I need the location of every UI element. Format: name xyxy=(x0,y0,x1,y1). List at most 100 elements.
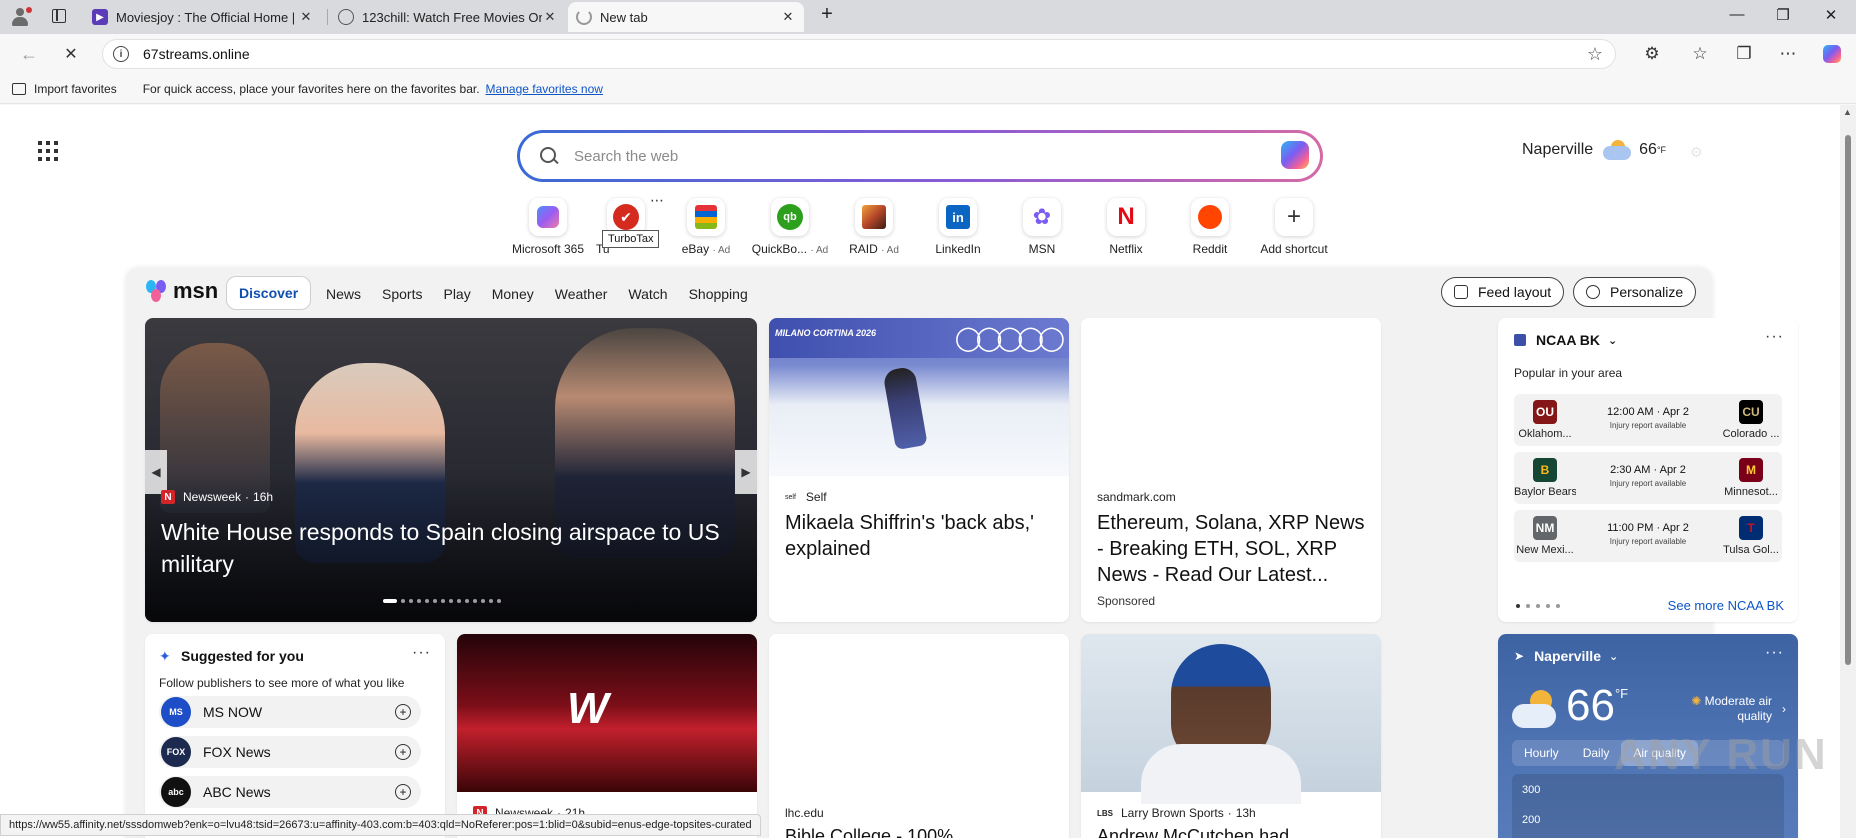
ncaa-pager[interactable] xyxy=(1516,604,1560,608)
shortcut-raid[interactable]: RAID · Ad xyxy=(832,198,916,256)
sponsored-label: Sponsored xyxy=(1097,594,1156,608)
more-options-icon[interactable]: ··· xyxy=(1765,644,1784,662)
carousel-next-button[interactable]: ▶ xyxy=(735,450,757,494)
nav-money[interactable]: Money xyxy=(492,286,534,302)
tab-new-tab[interactable]: New tab ✕ xyxy=(568,2,804,32)
hero-story-card[interactable]: ◀ ▶ N Newsweek · 16h White House respond… xyxy=(145,318,757,622)
nav-news[interactable]: News xyxy=(326,286,361,302)
page-scrollbar[interactable]: ▲ xyxy=(1840,105,1856,838)
anyrun-watermark: ANY RUN xyxy=(1614,730,1828,779)
follow-plus-icon[interactable]: + xyxy=(395,704,411,720)
self-logo-icon: self xyxy=(785,493,796,501)
ncaa-header[interactable]: NCAA BK ⌄ xyxy=(1514,332,1617,348)
follow-plus-icon[interactable]: + xyxy=(395,744,411,760)
follow-plus-icon[interactable]: + xyxy=(395,784,411,800)
sponsored-story-card[interactable]: sandmark.com Ethereum, Solana, XRP News … xyxy=(1081,318,1381,622)
nav-play[interactable]: Play xyxy=(443,286,470,302)
story-card[interactable]: W N Newsweek · 21h xyxy=(457,634,757,838)
import-favorites-button[interactable]: Import favorites xyxy=(12,82,117,96)
injury-note: Injury report available xyxy=(1609,537,1687,546)
linkedin-icon: in xyxy=(939,198,977,236)
more-options-icon[interactable]: ··· xyxy=(1765,328,1784,346)
personalize-button[interactable]: Personalize xyxy=(1573,277,1697,307)
shortcut-label: LinkedIn xyxy=(935,242,981,256)
site-info-icon[interactable]: i xyxy=(113,46,129,62)
tab-moviesjoy[interactable]: ▶ Moviesjoy : The Official Home | M ✕ xyxy=(84,2,322,32)
carousel-prev-button[interactable]: ◀ xyxy=(145,450,167,494)
nav-weather[interactable]: Weather xyxy=(555,286,608,302)
copilot-icon[interactable] xyxy=(1820,43,1844,65)
game-row[interactable]: NM New Mexi... 11:00 PM · Apr 2 Injury rep… xyxy=(1514,510,1782,562)
address-bar[interactable]: i 67streams.online ☆ xyxy=(102,39,1616,69)
tab-discover[interactable]: Discover xyxy=(226,276,312,310)
carousel-indicator[interactable] xyxy=(383,599,501,603)
scroll-up-icon[interactable]: ▲ xyxy=(1843,107,1852,117)
settings-gear-icon[interactable]: ⚙ xyxy=(1690,144,1703,161)
away-team: Tulsa Gol... xyxy=(1723,544,1779,556)
add-shortcut-button[interactable]: + Add shortcut xyxy=(1252,198,1336,256)
shortcut-msn[interactable]: ✿ MSN xyxy=(1000,198,1084,256)
minnesota-logo-icon: M xyxy=(1739,458,1763,482)
moviesjoy-favicon-icon: ▶ xyxy=(92,9,108,25)
shortcut-quickbooks[interactable]: qb QuickBo... · Ad xyxy=(748,198,832,256)
tab-123chill[interactable]: 123chill: Watch Free Movies Onlin ✕ xyxy=(330,2,566,32)
weather-card-header[interactable]: ➤ Naperville ⌄ xyxy=(1514,648,1618,664)
msn-logo[interactable]: msn xyxy=(146,278,218,304)
more-options-icon[interactable]: ··· xyxy=(412,644,431,662)
injury-note: Injury report available xyxy=(1609,421,1687,430)
app-launcher-icon[interactable] xyxy=(38,141,58,161)
extensions-icon[interactable]: ⚙ xyxy=(1640,43,1664,65)
story-card[interactable]: MILANO CORTINA 2026 ◯◯◯◯◯ self Self Mika… xyxy=(769,318,1069,622)
copilot-search-icon[interactable] xyxy=(1281,141,1309,169)
tab-hourly[interactable]: Hourly xyxy=(1512,740,1571,766)
air-quality-summary[interactable]: ✺ Moderate air quality › xyxy=(1672,694,1786,724)
stop-loading-icon[interactable]: ✕ xyxy=(58,42,84,66)
publisher-item[interactable]: abc ABC News + xyxy=(159,776,421,808)
story-title[interactable]: Ethereum, Solana, XRP News - Breaking ET… xyxy=(1097,510,1369,588)
tab-actions-icon[interactable] xyxy=(52,9,66,23)
shortcut-microsoft-365[interactable]: Microsoft 365 xyxy=(506,198,590,256)
favorite-star-icon[interactable]: ☆ xyxy=(1587,44,1603,65)
favorites-icon[interactable]: ☆ xyxy=(1688,43,1712,65)
see-more-ncaa-link[interactable]: See more NCAA BK xyxy=(1668,598,1784,613)
story-title[interactable]: Bible College - 100% ... xyxy=(785,826,973,838)
close-tab-icon[interactable]: ✕ xyxy=(780,9,796,25)
close-tab-icon[interactable]: ✕ xyxy=(298,9,314,25)
minimize-button[interactable]: — xyxy=(1722,6,1752,23)
story-source: self Self xyxy=(785,490,827,504)
hero-age: 16h xyxy=(253,490,274,504)
nav-watch[interactable]: Watch xyxy=(628,286,667,302)
publisher-item[interactable]: MS MS NOW + xyxy=(159,696,421,728)
shortcut-ebay[interactable]: eBay · Ad xyxy=(664,198,748,256)
scrollbar-thumb[interactable] xyxy=(1845,135,1851,665)
shortcut-more-icon[interactable]: ⋯ xyxy=(650,192,664,209)
partly-cloudy-icon xyxy=(1512,690,1558,730)
collections-icon[interactable]: ❐ xyxy=(1732,43,1756,65)
nav-shopping[interactable]: Shopping xyxy=(689,286,748,302)
story-card[interactable]: LBS Larry Brown Sports · 13h Andrew McCu… xyxy=(1081,634,1381,838)
story-title[interactable]: Mikaela Shiffrin's 'back abs,' explained xyxy=(785,510,1057,562)
weather-widget-top[interactable]: Naperville 66 °F xyxy=(1522,140,1666,160)
publisher-item[interactable]: FOX FOX News + xyxy=(159,736,421,768)
shortcut-linkedin[interactable]: in LinkedIn xyxy=(916,198,1000,256)
close-tab-icon[interactable]: ✕ xyxy=(542,9,558,25)
feed-layout-button[interactable]: Feed layout xyxy=(1441,277,1565,307)
new-tab-button[interactable]: + xyxy=(812,3,842,26)
nav-sports[interactable]: Sports xyxy=(382,286,422,302)
profile-icon[interactable] xyxy=(10,7,32,27)
back-icon[interactable]: ← xyxy=(16,42,42,66)
game-row[interactable]: OU Oklahom... 12:00 AM · Apr 2 Injury repo… xyxy=(1514,394,1782,446)
story-card[interactable]: lhc.edu Bible College - 100% ... xyxy=(769,634,1069,838)
restore-button[interactable]: ❐ xyxy=(1768,6,1798,24)
manage-favorites-link[interactable]: Manage favorites now xyxy=(486,82,603,96)
game-row[interactable]: B Baylor Bears 2:30 AM · Apr 2 Injury repo… xyxy=(1514,452,1782,504)
close-window-button[interactable]: ✕ xyxy=(1816,6,1846,24)
shortcut-netflix[interactable]: N Netflix xyxy=(1084,198,1168,256)
game-time: 12:00 AM · Apr 2 xyxy=(1607,406,1689,418)
shortcut-reddit[interactable]: Reddit xyxy=(1168,198,1252,256)
address-url[interactable]: 67streams.online xyxy=(143,46,250,62)
more-menu-icon[interactable]: ⋯ xyxy=(1776,43,1800,65)
search-input[interactable] xyxy=(574,147,1214,165)
story-title[interactable]: Andrew McCutchen had... xyxy=(1097,826,1304,838)
hero-title[interactable]: White House responds to Spain closing ai… xyxy=(161,516,741,580)
